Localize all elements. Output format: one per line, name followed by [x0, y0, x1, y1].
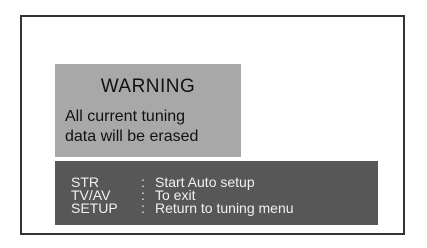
- key-label-setup: SETUP: [71, 200, 118, 216]
- warning-message-line-2: data will be erased: [65, 128, 199, 145]
- warning-panel: WARNING All current tuning data will be …: [55, 64, 241, 157]
- warning-message-line-1: All current tuning: [65, 108, 186, 125]
- key-separator: :: [141, 200, 145, 216]
- tv-screen-frame: WARNING All current tuning data will be …: [20, 15, 405, 235]
- key-action-return-to-tuning-menu: Return to tuning menu: [155, 200, 294, 216]
- warning-title: WARNING: [100, 76, 196, 97]
- key-guide-panel: STR : Start Auto setup TV/AV : To exit S…: [55, 161, 378, 225]
